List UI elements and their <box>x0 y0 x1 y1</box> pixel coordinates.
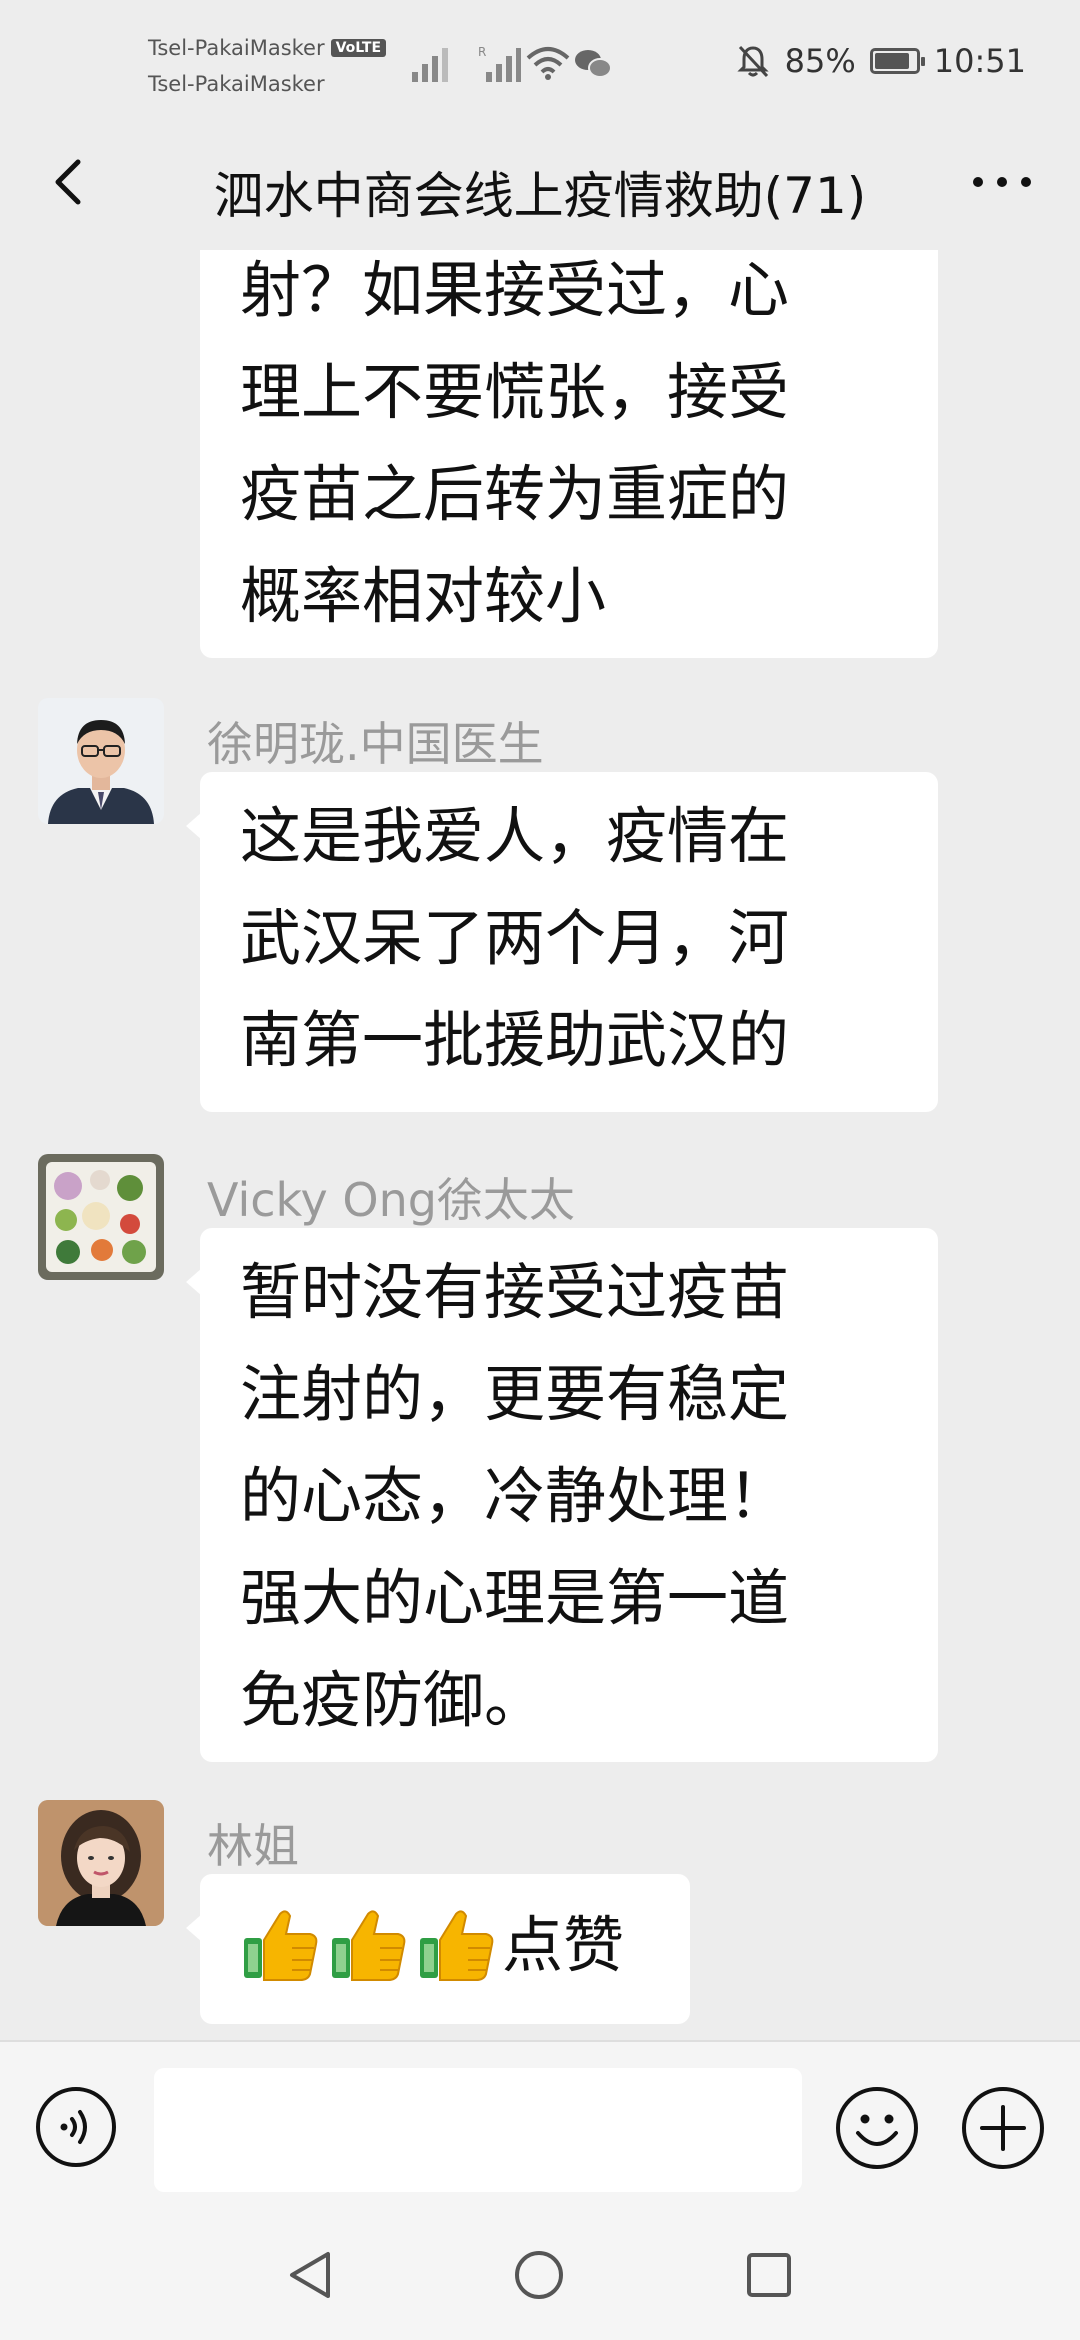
status-bar: Tsel-PakaiMasker VoLTE Tsel-PakaiMasker R… <box>0 0 1080 120</box>
message-line: 这是我爱人，疫情在 <box>240 801 790 872</box>
avatar[interactable] <box>38 1800 164 1926</box>
carrier-1-label: Tsel-PakaiMasker <box>148 36 325 60</box>
avatar-woman-icon <box>38 1800 164 1926</box>
wechat-icon <box>575 50 612 78</box>
plus-icon[interactable] <box>960 2085 1046 2171</box>
avatar[interactable] <box>38 1154 164 1280</box>
sender-name: 徐明珑.中国医生 <box>207 717 544 771</box>
message-line: 的心态，冷静处理！ <box>240 1461 790 1532</box>
message-line: 概率相对较小 <box>240 561 607 632</box>
right-status: 85% 10:51 <box>735 42 1026 80</box>
more-dots-icon[interactable] <box>962 152 1042 212</box>
svg-text:R: R <box>478 45 486 59</box>
message-line: 射？如果接受过，心 <box>240 255 790 326</box>
sender-name: Vicky Ong徐太太 <box>207 1173 575 1227</box>
message-line: 暂时没有接受过疫苗 <box>240 1257 790 1328</box>
bubble-tail <box>186 1268 202 1296</box>
message-line: 武汉呆了两个月，河 <box>240 903 790 974</box>
message-input[interactable] <box>154 2068 802 2192</box>
wifi-icon <box>526 47 570 80</box>
signal-icon <box>412 48 448 82</box>
clock: 10:51 <box>933 42 1026 80</box>
thumbs-up-icon <box>332 1910 406 1981</box>
carrier-1: Tsel-PakaiMasker VoLTE <box>148 36 387 60</box>
nav-back-icon[interactable] <box>284 2248 338 2302</box>
avatar-food-platter-icon <box>38 1154 164 1280</box>
message-bubble-4[interactable]: 点赞 <box>186 1874 690 2024</box>
battery-percent: 85% <box>784 42 856 80</box>
voice-icon[interactable] <box>34 2085 118 2169</box>
battery-fill <box>874 53 909 69</box>
smiley-icon[interactable] <box>834 2085 920 2171</box>
message-line: 疫苗之后转为重症的 <box>240 459 790 530</box>
chat-header: 泗水中商会线上疫情救助(71) <box>0 120 1080 250</box>
avatar-man-icon <box>38 698 164 824</box>
sender-name: 林姐 <box>207 1819 299 1873</box>
thumbs-up-icon <box>420 1910 494 1981</box>
message-line: 注射的，更要有稳定 <box>240 1359 790 1430</box>
message-line: 南第一批援助武汉的 <box>240 1005 790 1076</box>
system-navigation <box>0 2220 1080 2340</box>
carrier-2: Tsel-PakaiMasker <box>148 72 325 96</box>
chat-title: 泗水中商会线上疫情救助(71) <box>213 167 867 225</box>
avatar[interactable] <box>38 698 164 824</box>
bubble-tail <box>186 1914 202 1942</box>
volte-badge: VoLTE <box>330 39 387 57</box>
bubble-tail <box>186 812 202 840</box>
message-line: 免疫防御。 <box>240 1665 546 1736</box>
message-bubble-2[interactable]: 这是我爱人，疫情在 武汉呆了两个月，河 南第一批援助武汉的 <box>186 772 938 1112</box>
signal-roaming-icon: R <box>478 45 521 82</box>
chat-messages[interactable]: 射？如果接受过，心 理上不要慌张，接受 疫苗之后转为重症的 概率相对较小 徐明珑… <box>0 250 1080 2040</box>
battery-icon <box>869 48 925 74</box>
thumbs-row <box>240 1904 496 1984</box>
input-bar <box>0 2040 1080 2220</box>
message-line: 理上不要慌张，接受 <box>240 357 790 428</box>
message-bubble-1[interactable]: 射？如果接受过，心 理上不要慌张，接受 疫苗之后转为重症的 概率相对较小 <box>200 250 938 658</box>
nav-home-icon[interactable] <box>512 2248 566 2302</box>
thumbs-up-icon <box>244 1910 318 1981</box>
message-text: 点赞 <box>502 1910 625 1981</box>
message-bubble-3[interactable]: 暂时没有接受过疫苗 注射的，更要有稳定 的心态，冷静处理！ 强大的心理是第一道 … <box>186 1228 938 1762</box>
mute-bell-icon <box>737 45 769 78</box>
nav-recents-icon[interactable] <box>742 2248 796 2302</box>
message-line: 强大的心理是第一道 <box>240 1563 790 1634</box>
